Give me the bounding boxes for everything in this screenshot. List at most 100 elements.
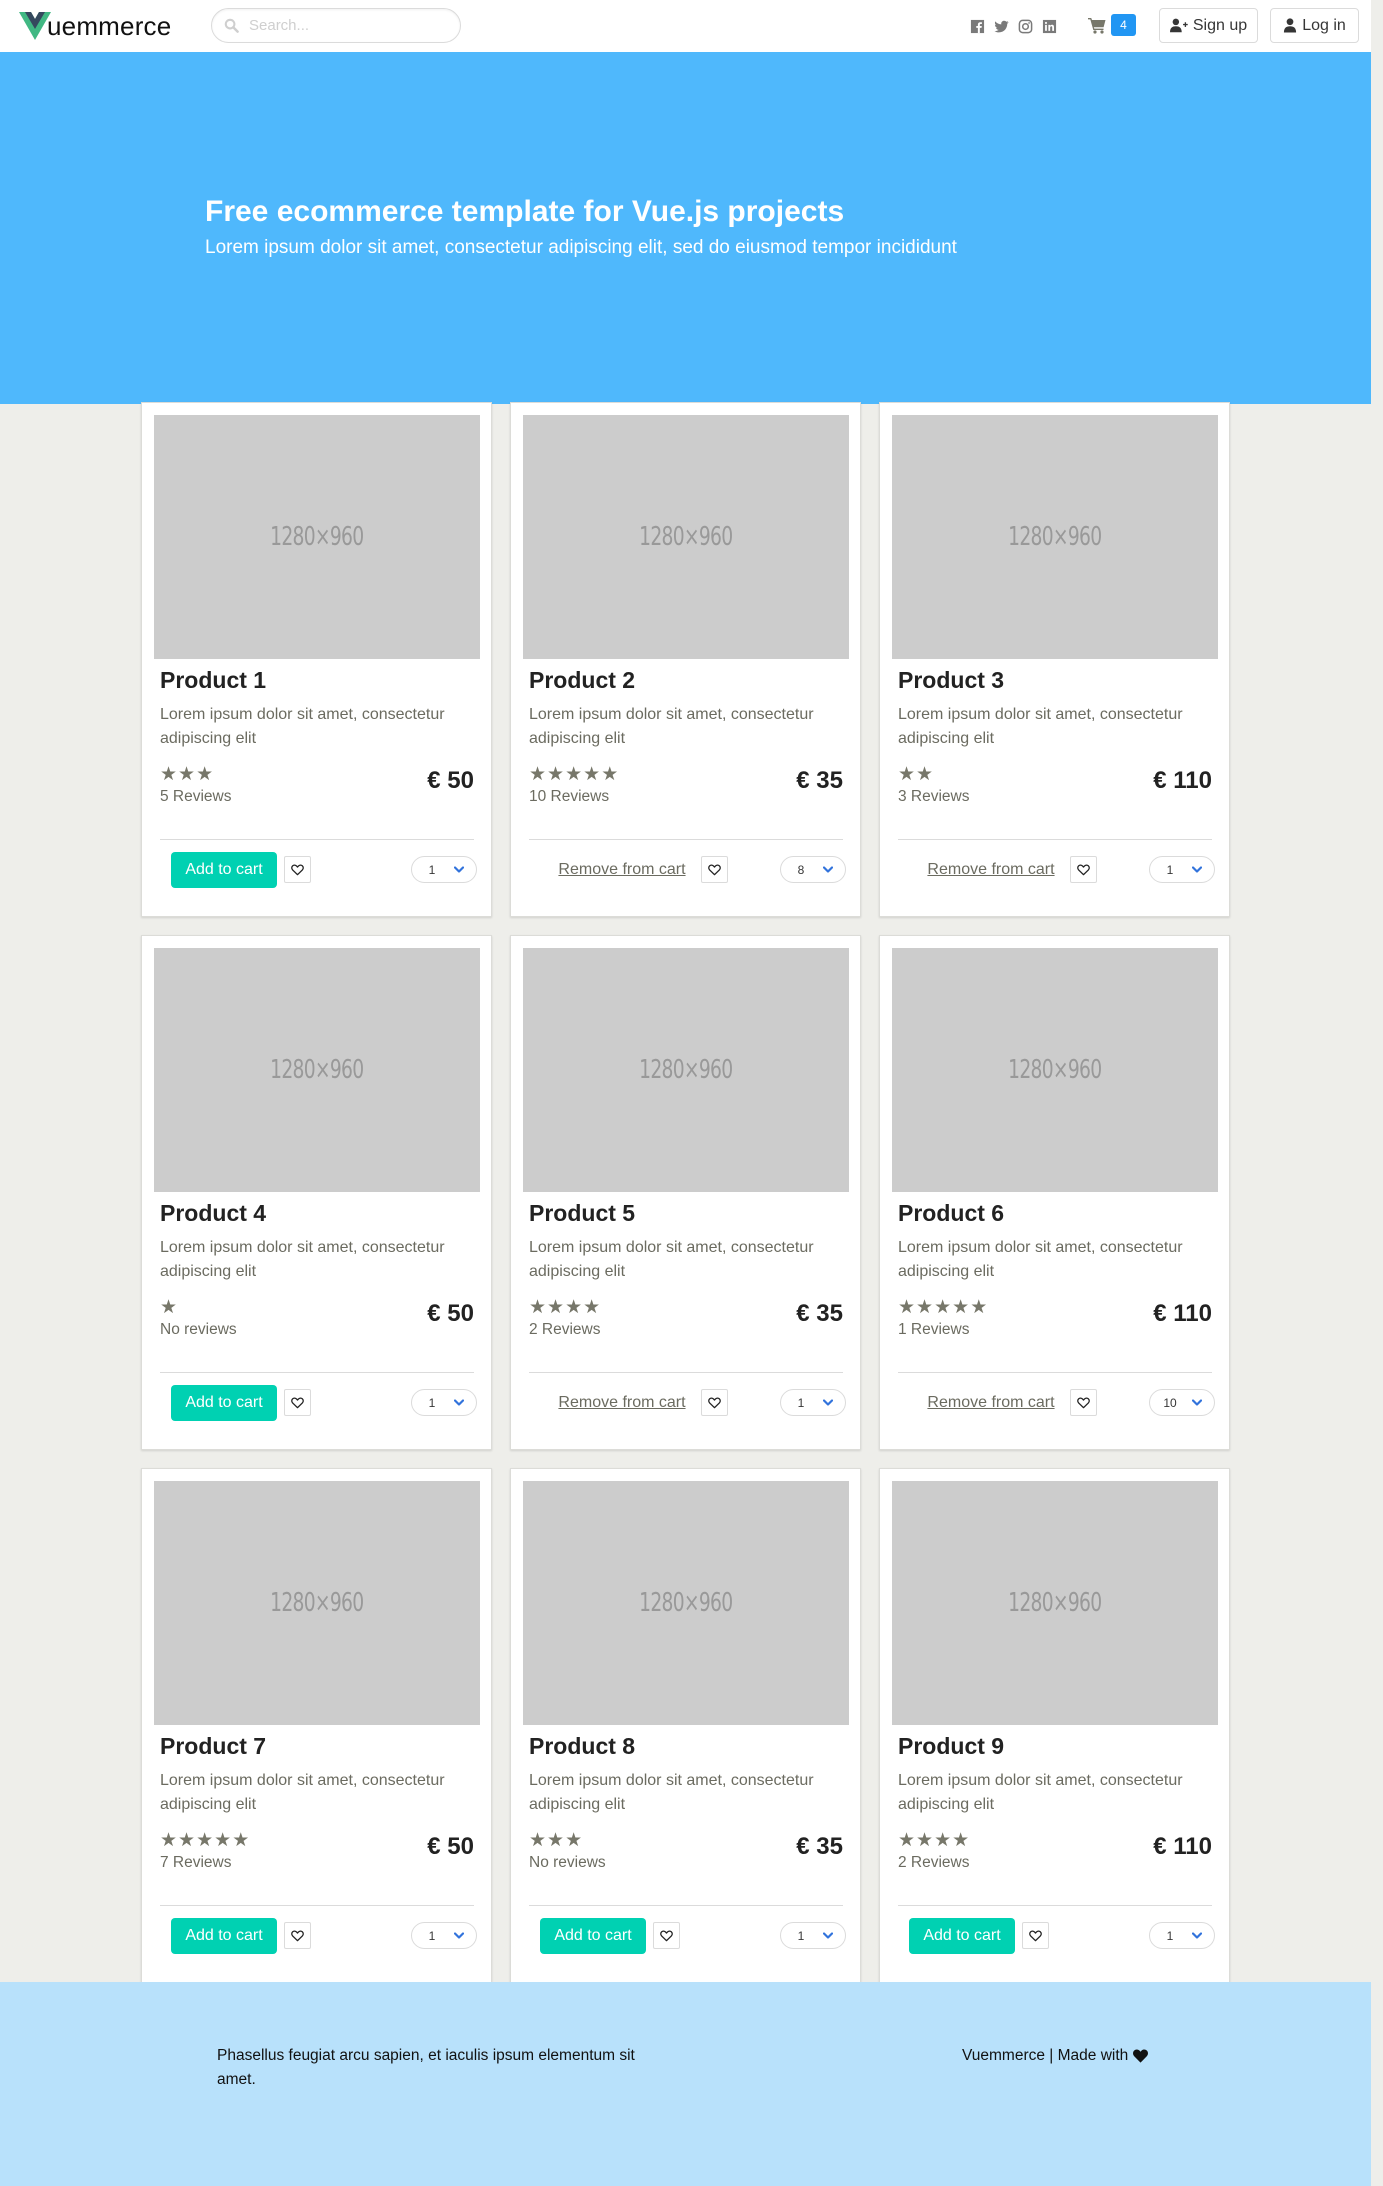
product-image-placeholder[interactable]: 1280×960 (523, 948, 849, 1192)
product-price: € 35 (796, 1833, 843, 1860)
product-title[interactable]: Product 8 (529, 1733, 635, 1760)
quantity-select[interactable]: 1 (411, 856, 477, 883)
favorite-button[interactable] (1070, 1389, 1097, 1416)
product-image-placeholder[interactable]: 1280×960 (154, 948, 480, 1192)
rating-stars: ★ ★ ★ ★ ★ (529, 764, 618, 785)
linkedin-icon[interactable] (1042, 19, 1057, 34)
search-input[interactable] (249, 17, 449, 34)
chevron-down-icon (454, 866, 464, 873)
heart-outline-icon (1029, 1930, 1042, 1941)
add-to-cart-button[interactable]: Add to cart (540, 1918, 646, 1954)
star-icon: ★ (565, 764, 583, 785)
quantity-value: 1 (428, 862, 436, 877)
product-price: € 35 (796, 767, 843, 794)
product-title[interactable]: Product 1 (160, 667, 266, 694)
product-image-placeholder[interactable]: 1280×960 (892, 948, 1218, 1192)
star-icon: ★ (547, 764, 565, 785)
product-image-placeholder[interactable]: 1280×960 (892, 415, 1218, 659)
rating-stars: ★ ★ (898, 765, 933, 784)
favorite-button[interactable] (1070, 856, 1097, 883)
product-title[interactable]: Product 7 (160, 1733, 266, 1760)
image-size-label: 1280×960 (270, 522, 364, 552)
product-card: 1280×960 Product 6 Lorem ipsum dolor sit… (879, 935, 1230, 1450)
add-to-cart-button[interactable]: Add to cart (909, 1918, 1015, 1954)
quantity-select[interactable]: 10 (1149, 1389, 1215, 1416)
remove-from-cart-button[interactable]: Remove from cart (922, 1385, 1060, 1421)
instagram-icon[interactable] (1018, 19, 1033, 34)
heart-outline-icon (660, 1930, 673, 1941)
add-to-cart-button[interactable]: Add to cart (171, 1918, 277, 1954)
remove-from-cart-button[interactable]: Remove from cart (553, 852, 691, 888)
favorite-button[interactable] (284, 1922, 311, 1949)
heart-outline-icon (291, 1930, 304, 1941)
star-icon: ★ (934, 1297, 952, 1318)
product-image-placeholder[interactable]: 1280×960 (892, 1481, 1218, 1725)
product-card: 1280×960 Product 7 Lorem ipsum dolor sit… (141, 1468, 492, 1983)
product-title[interactable]: Product 9 (898, 1733, 1004, 1760)
twitter-icon[interactable] (994, 19, 1009, 34)
remove-from-cart-button[interactable]: Remove from cart (553, 1385, 691, 1421)
chevron-down-icon (454, 1932, 464, 1939)
add-to-cart-button[interactable]: Add to cart (171, 1385, 277, 1421)
remove-from-cart-button[interactable]: Remove from cart (922, 852, 1060, 888)
signup-button[interactable]: Sign up (1159, 8, 1258, 43)
product-title[interactable]: Product 2 (529, 667, 635, 694)
product-price: € 110 (1153, 1300, 1212, 1327)
search-box[interactable] (211, 8, 461, 43)
product-description: Lorem ipsum dolor sit amet, consectetur … (160, 1239, 445, 1280)
facebook-icon[interactable] (970, 19, 985, 34)
star-icon: ★ (232, 1830, 250, 1851)
add-to-cart-button[interactable]: Add to cart (171, 852, 277, 888)
favorite-button[interactable] (701, 856, 728, 883)
card-divider (898, 1372, 1212, 1373)
footer: Phasellus feugiat arcu sapien, et iaculi… (0, 1982, 1371, 2186)
quantity-select[interactable]: 1 (780, 1922, 846, 1949)
review-count: No reviews (529, 1854, 606, 1871)
heart-outline-icon (1077, 1397, 1090, 1408)
review-count: No reviews (160, 1321, 237, 1338)
product-image-placeholder[interactable]: 1280×960 (523, 1481, 849, 1725)
star-icon: ★ (583, 1297, 601, 1318)
quantity-value: 1 (428, 1928, 436, 1943)
card-divider (160, 839, 474, 840)
quantity-select[interactable]: 1 (1149, 1922, 1215, 1949)
footer-credit-text: Vuemmerce | Made with (962, 2047, 1129, 2064)
image-size-label: 1280×960 (1008, 1055, 1102, 1085)
star-icon: ★ (214, 1830, 232, 1851)
scrollbar-track[interactable] (1371, 0, 1383, 2186)
product-price: € 110 (1153, 1833, 1212, 1860)
star-icon: ★ (178, 1830, 196, 1851)
product-title[interactable]: Product 6 (898, 1200, 1004, 1227)
favorite-button[interactable] (701, 1389, 728, 1416)
product-image-placeholder[interactable]: 1280×960 (154, 415, 480, 659)
product-image-placeholder[interactable]: 1280×960 (154, 1481, 480, 1725)
quantity-select[interactable]: 8 (780, 856, 846, 883)
product-price: € 50 (427, 767, 474, 794)
star-icon: ★ (160, 1830, 178, 1851)
quantity-select[interactable]: 1 (411, 1389, 477, 1416)
star-icon: ★ (898, 1830, 916, 1851)
quantity-select[interactable]: 1 (1149, 856, 1215, 883)
heart-outline-icon (1077, 864, 1090, 875)
product-card: 1280×960 Product 8 Lorem ipsum dolor sit… (510, 1468, 861, 1983)
product-description: Lorem ipsum dolor sit amet, consectetur … (898, 1772, 1183, 1813)
favorite-button[interactable] (1022, 1922, 1049, 1949)
cart-button[interactable]: 4 (1088, 14, 1136, 36)
rating-stars: ★ ★ ★ (160, 765, 213, 784)
star-icon: ★ (529, 1830, 547, 1851)
star-icon: ★ (547, 1830, 565, 1851)
product-title[interactable]: Product 4 (160, 1200, 266, 1227)
favorite-button[interactable] (284, 1389, 311, 1416)
login-button[interactable]: Log in (1270, 8, 1359, 43)
favorite-button[interactable] (284, 856, 311, 883)
product-image-placeholder[interactable]: 1280×960 (523, 415, 849, 659)
heart-outline-icon (708, 864, 721, 875)
product-title[interactable]: Product 3 (898, 667, 1004, 694)
quantity-select[interactable]: 1 (411, 1922, 477, 1949)
favorite-button[interactable] (653, 1922, 680, 1949)
product-card: 1280×960 Product 3 Lorem ipsum dolor sit… (879, 402, 1230, 917)
product-title[interactable]: Product 5 (529, 1200, 635, 1227)
brand-logo[interactable]: uemmerce (19, 10, 171, 42)
quantity-select[interactable]: 1 (780, 1389, 846, 1416)
quantity-value: 1 (1166, 862, 1174, 877)
